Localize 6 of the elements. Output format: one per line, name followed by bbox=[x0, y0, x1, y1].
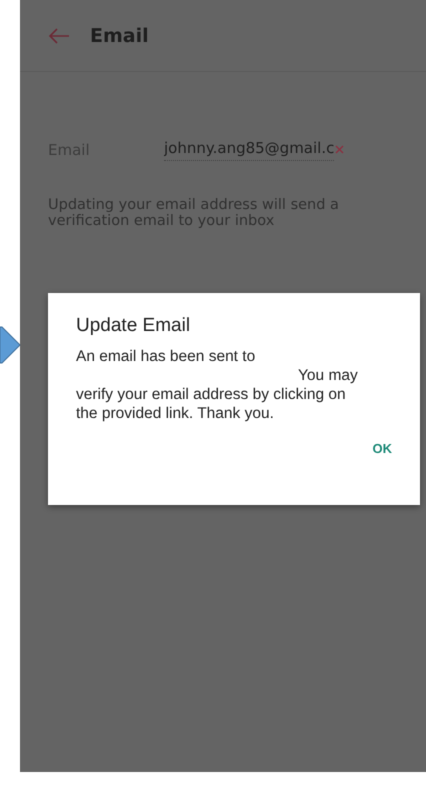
dialog-message: You may verify your email address by clicking on the provided link. Thank you. bbox=[76, 366, 359, 423]
ok-button[interactable]: OK bbox=[364, 437, 400, 460]
page-title: Email bbox=[90, 24, 149, 46]
email-input-field[interactable]: johnny.ang85@gmail.c bbox=[164, 138, 334, 161]
dialog-message: An email has been sent to bbox=[76, 347, 256, 366]
dialog-title: Update Email bbox=[76, 315, 192, 337]
